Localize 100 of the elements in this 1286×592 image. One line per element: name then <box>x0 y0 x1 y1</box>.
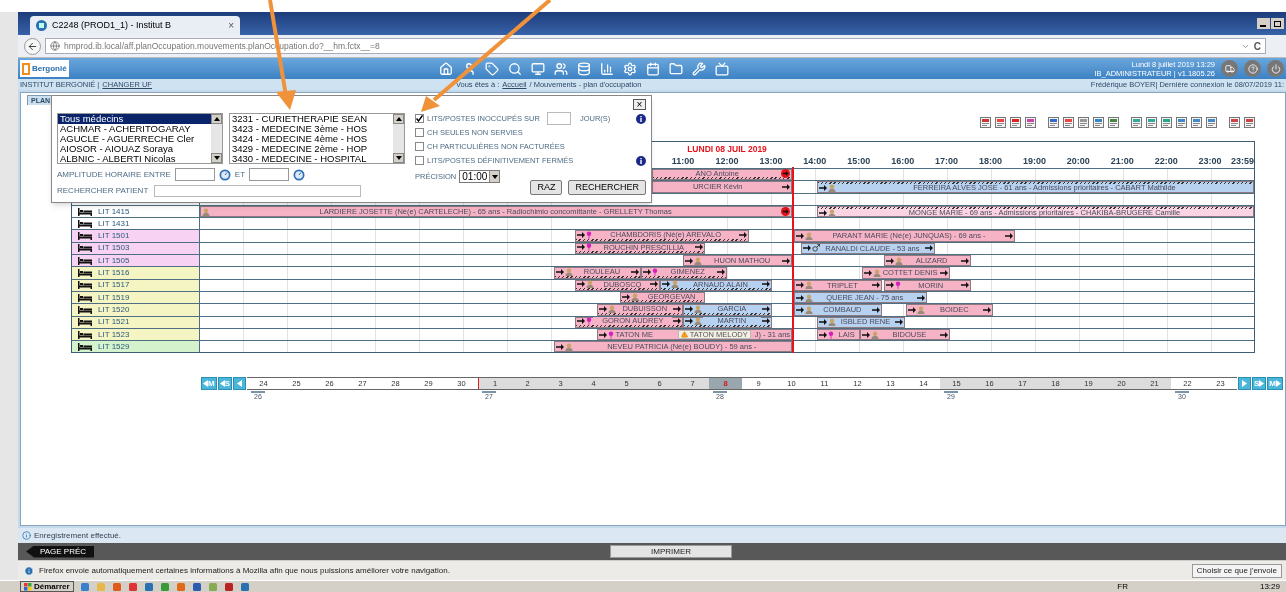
precision-select[interactable]: 01:00 <box>459 170 501 183</box>
list-option[interactable]: 3430 - MEDECINE - HOSPITAL <box>230 154 393 163</box>
browser-tab[interactable]: C2248 (PROD1_1) - Institut B × <box>30 16 240 35</box>
document-icon[interactable] <box>1010 116 1021 128</box>
clock-icon[interactable] <box>293 168 306 181</box>
tag-icon[interactable] <box>484 61 499 76</box>
tab-close-button[interactable]: × <box>228 18 234 33</box>
database-icon[interactable] <box>576 61 591 76</box>
dialog-button[interactable]: RAZ <box>530 180 563 195</box>
list-box[interactable]: Tous médecins ACHMAR - ACHERITOGARAY AGUCLE - AGUERRECHE Cler AIOSOR - AIOUAZ Soraya ALBNIC - ALBERTI Nicolas <box>57 113 223 164</box>
vehicle-button[interactable] <box>1221 60 1238 77</box>
app-icon[interactable] <box>191 581 202 592</box>
document-icon[interactable] <box>1161 116 1172 128</box>
document-icon[interactable] <box>1146 116 1157 128</box>
close-button[interactable]: × <box>633 99 646 110</box>
app-icon[interactable] <box>175 581 186 592</box>
chart-icon[interactable] <box>599 61 614 76</box>
person-icon <box>608 304 617 313</box>
calendar-icon[interactable] <box>645 61 660 76</box>
minimize-icon[interactable] <box>1257 18 1270 29</box>
list-option[interactable]: Tous médecins <box>58 114 211 124</box>
person-icon <box>694 304 703 313</box>
document-icon[interactable] <box>1108 116 1119 128</box>
home-icon[interactable] <box>438 61 453 76</box>
document-icon[interactable] <box>980 116 991 128</box>
list-option[interactable]: 3429 - MEDECINE 2ème - HOP <box>230 144 393 154</box>
hour-label: 14:00 <box>803 155 827 168</box>
scrollbar[interactable] <box>211 114 222 163</box>
list-option[interactable]: 3424 - MEDECINE 4ème - HOS <box>230 134 393 144</box>
windows-logo-icon <box>24 582 32 591</box>
female-icon <box>608 330 615 339</box>
language-indicator[interactable]: FR <box>1117 580 1128 592</box>
time-field[interactable] <box>174 168 215 181</box>
checkbox[interactable] <box>415 142 424 151</box>
list-option[interactable]: 3231 - CURIETHERAPIE SEAN <box>230 114 393 124</box>
settings-icon[interactable] <box>622 61 637 76</box>
document-icon[interactable] <box>1078 116 1089 128</box>
start-button[interactable]: Démarrer <box>20 581 74 592</box>
list-option[interactable]: ACHMAR - ACHERITOGARAY <box>58 124 211 134</box>
scroll-down-icon[interactable] <box>395 156 402 160</box>
checkbox[interactable] <box>415 128 424 137</box>
caret-icon[interactable] <box>491 174 498 179</box>
app-icon[interactable] <box>143 581 154 592</box>
clock-icon[interactable] <box>218 168 231 181</box>
document-icon[interactable] <box>1191 116 1202 128</box>
scroll-down-icon[interactable] <box>213 156 220 160</box>
dialog-button[interactable]: RECHERCHER <box>568 180 646 195</box>
folder-icon[interactable] <box>668 61 683 76</box>
document-icon[interactable] <box>1244 116 1255 128</box>
screen-icon[interactable] <box>714 61 729 76</box>
bed-label: LIT 1520 <box>98 303 130 316</box>
document-icon[interactable] <box>1176 116 1187 128</box>
list-option[interactable]: 3423 - MEDECINE 3ème - HOS <box>230 124 393 134</box>
back-button[interactable] <box>24 37 41 55</box>
app-icon[interactable] <box>111 581 122 592</box>
document-icon[interactable] <box>1229 116 1240 128</box>
document-icon[interactable] <box>1048 116 1059 128</box>
wrench-icon[interactable] <box>691 61 706 76</box>
list-option[interactable]: AGUCLE - AGUERRECHE Cler <box>58 134 211 144</box>
arrow-icon <box>960 282 969 289</box>
help-button[interactable] <box>1244 60 1261 77</box>
document-icon[interactable] <box>1206 116 1217 128</box>
bed-icon <box>78 330 92 339</box>
restore-icon[interactable] <box>1271 18 1284 29</box>
tab-icon <box>36 20 47 31</box>
info-icon <box>22 531 31 540</box>
list-option[interactable]: ALBNIC - ALBERTI Nicolas <box>58 154 211 163</box>
app-icon[interactable] <box>159 581 170 592</box>
scroll-up-icon[interactable] <box>395 117 402 121</box>
power-button[interactable] <box>1267 60 1284 77</box>
app-icon[interactable] <box>127 581 138 592</box>
checkbox[interactable] <box>415 114 424 123</box>
next-button[interactable] <box>1238 377 1251 391</box>
document-icon[interactable] <box>1131 116 1142 128</box>
arrow-icon <box>622 293 631 300</box>
document-icon[interactable] <box>1025 116 1036 128</box>
users-icon[interactable] <box>553 61 568 76</box>
triangle-icon <box>237 380 242 388</box>
search-icon[interactable] <box>507 61 522 76</box>
patient-search-field[interactable] <box>154 185 362 197</box>
list-box[interactable]: 3231 - CURIETHERAPIE SEAN 3423 - MEDECINE 3ème - HOS 3424 - MEDECINE 4ème - HOS 3429 - MEDECINE 2ème - HOP 3430 - MEDECINE - HOSPITAL <box>229 113 405 164</box>
print-button[interactable]: IMPRIMER <box>610 545 733 558</box>
document-icon[interactable] <box>1093 116 1104 128</box>
app-icon[interactable] <box>223 581 234 592</box>
previous-button[interactable] <box>233 377 246 391</box>
notification-button[interactable]: Choisir ce que j'envoie <box>1191 563 1282 578</box>
monitor-icon[interactable] <box>530 61 545 76</box>
days-field[interactable] <box>546 112 571 125</box>
app-icon[interactable] <box>79 581 90 592</box>
bed-icon <box>78 232 92 241</box>
list-option[interactable]: AIOSOR - AIOUAZ Soraya <box>58 144 211 154</box>
scroll-up-icon[interactable] <box>213 117 220 121</box>
previous-page-button[interactable]: PAGE PRÉC <box>26 545 95 558</box>
scrollbar[interactable] <box>393 114 404 163</box>
checkbox[interactable] <box>415 156 424 165</box>
document-icon[interactable] <box>995 116 1006 128</box>
document-icon[interactable] <box>1063 116 1074 128</box>
time-field[interactable] <box>249 168 290 181</box>
app-icon[interactable] <box>239 581 250 592</box>
reload-button[interactable]: C <box>1253 38 1261 54</box>
